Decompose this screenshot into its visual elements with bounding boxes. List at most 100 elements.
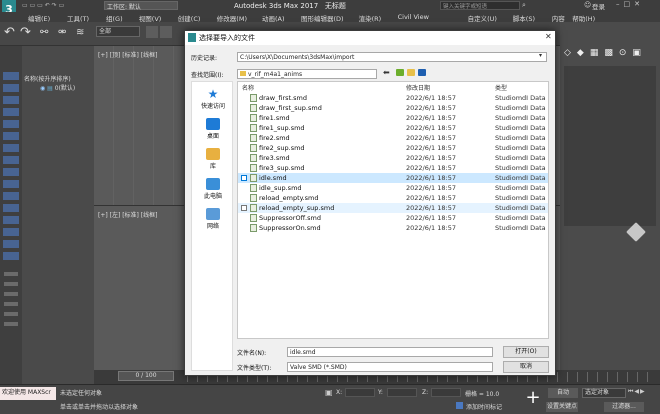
history-value: C:\Users\X\Documents\3dsMax\import: [240, 54, 355, 61]
scene-explorer-column[interactable]: 名称(按升序排序): [24, 76, 71, 83]
filename-value: idle.smd: [290, 349, 316, 356]
file-name: fire3_sup.smd: [259, 164, 305, 172]
file-row[interactable]: SuppressorOn.smd 2022/6/1 18:57 StudiomdI …: [238, 223, 548, 233]
select-object-icon[interactable]: [146, 26, 158, 38]
open-button[interactable]: 打开(O): [503, 346, 549, 358]
file-type: StudiomdI Data: [495, 214, 546, 222]
place-network[interactable]: 网络: [192, 208, 234, 230]
add-time-tag-button[interactable]: 添加时间标记: [466, 402, 502, 411]
smd-file-icon: [250, 174, 257, 182]
command-panel-tabs[interactable]: ◇◆▦▩⊙▣: [564, 48, 656, 62]
chevron-down-icon[interactable]: ▾: [539, 52, 542, 59]
unlink-icon[interactable]: ⚮: [58, 27, 66, 38]
x-field[interactable]: [345, 388, 375, 397]
selection-set-dropdown[interactable]: 选定对象: [582, 388, 626, 398]
file-row[interactable]: draw_first.smd 2022/6/1 18:57 StudiomdI Da…: [238, 93, 548, 103]
workspace-value: 工作区: 默认: [107, 4, 141, 11]
scene-layer-item[interactable]: ◉ ▤ 0(默认): [40, 83, 100, 92]
back-arrow-icon[interactable]: ⬅: [383, 68, 390, 77]
file-row[interactable]: fire3_sup.smd 2022/6/1 18:57 StudiomdI Dat…: [238, 163, 548, 173]
search-box[interactable]: 键入关键字或短语: [440, 1, 520, 10]
undo-icon[interactable]: ↶: [4, 25, 15, 40]
lookin-dropdown[interactable]: v_rif_m4a1_anims: [237, 69, 377, 79]
column-header-date[interactable]: 修改日期: [406, 83, 430, 92]
star-icon: ★: [207, 87, 219, 101]
y-field[interactable]: [387, 388, 417, 397]
visibility-eye-icon[interactable]: ◉: [40, 85, 45, 92]
file-row[interactable]: draw_first_sup.smd 2022/6/1 18:57 Studiomd…: [238, 103, 548, 113]
file-row[interactable]: fire1.smd 2022/6/1 18:57 StudiomdI Data: [238, 113, 548, 123]
column-header-name[interactable]: 名称: [242, 83, 254, 92]
file-type: StudiomdI Data: [495, 184, 546, 192]
z-field[interactable]: [431, 388, 461, 397]
file-row[interactable]: fire1_sup.smd 2022/6/1 18:57 StudiomdI Dat…: [238, 123, 548, 133]
selection-filter-dropdown[interactable]: 全部: [96, 26, 140, 37]
file-type: StudiomdI Data: [495, 224, 546, 232]
filter-value: 全部: [99, 28, 112, 35]
strip-icons[interactable]: [3, 72, 19, 262]
search-icon[interactable]: ⌕: [522, 1, 526, 10]
file-name: reload_empty.smd: [259, 194, 319, 202]
place-desktop[interactable]: 桌面: [192, 118, 234, 140]
time-tag-icon[interactable]: [456, 402, 463, 409]
file-row[interactable]: idle_sup.smd 2022/6/1 18:57 StudiomdI Data: [238, 183, 548, 193]
menu-item[interactable]: Civil View: [398, 13, 429, 21]
viewport-left-label[interactable]: [+] [左] [标准] [线框]: [98, 210, 157, 219]
column-header-type[interactable]: 类型: [495, 83, 507, 92]
viewport-top-label[interactable]: [+] [顶] [标准] [线框]: [98, 50, 157, 59]
filename-input[interactable]: idle.smd: [287, 347, 493, 357]
file-list[interactable]: 名称 修改日期 类型 draw_first.smd 2022/6/1 18:57 S…: [237, 81, 549, 339]
app-name: Autodesk 3ds Max 2017: [234, 2, 319, 10]
smd-file-icon: [250, 104, 257, 112]
checkbox-icon[interactable]: [241, 175, 247, 181]
file-row[interactable]: idle.smd 2022/6/1 18:57 StudiomdI Data: [238, 173, 548, 183]
file-date: 2022/6/1 18:57: [406, 144, 456, 152]
place-quick-access[interactable]: ★ 快速访问: [192, 88, 234, 110]
login-link[interactable]: 登录: [592, 1, 605, 11]
file-row[interactable]: fire3.smd 2022/6/1 18:57 StudiomdI Data: [238, 153, 548, 163]
maxscript-listener[interactable]: 欢迎使用 MAXScr: [0, 387, 56, 400]
filetype-dropdown[interactable]: Valve SMD (*.SMD): [287, 362, 493, 372]
file-row[interactable]: fire2.smd 2022/6/1 18:57 StudiomdI Data: [238, 133, 548, 143]
up-folder-icon[interactable]: [396, 69, 404, 76]
lock-icon[interactable]: ▣: [325, 388, 333, 397]
places-bar: ★ 快速访问 桌面 库 此电脑 网络: [191, 81, 233, 371]
auto-key-button[interactable]: 自动: [548, 388, 578, 398]
y-label: Y:: [378, 389, 383, 396]
close-icon[interactable]: ✕: [545, 32, 552, 41]
add-key-icon[interactable]: +: [522, 387, 544, 411]
quick-access-icons[interactable]: ▭ ▭ ▭ ↶ ↷ ▭: [22, 2, 82, 10]
file-row[interactable]: SuppressorOff.smd 2022/6/1 18:57 StudiomdI…: [238, 213, 548, 223]
file-row[interactable]: reload_empty_sup.smd 2022/6/1 18:57 Studio…: [238, 203, 548, 213]
scene-explorer-panel: 名称(按升序排序) ◉ ▤ 0(默认): [22, 46, 94, 386]
smd-file-icon: [250, 134, 257, 142]
key-filters-button[interactable]: 过滤器...: [604, 402, 644, 412]
redo-icon[interactable]: ↷: [20, 25, 31, 40]
workspace-dropdown[interactable]: 工作区: 默认: [104, 1, 178, 11]
new-folder-icon[interactable]: [407, 69, 415, 76]
history-dropdown[interactable]: C:\Users\X\Documents\3dsMax\import: [237, 52, 547, 62]
time-slider[interactable]: 0 / 100: [118, 371, 174, 381]
file-type: StudiomdI Data: [495, 134, 546, 142]
link-icon[interactable]: ⚯: [40, 27, 48, 38]
file-row[interactable]: reload_empty.smd 2022/6/1 18:57 StudiomdI …: [238, 193, 548, 203]
strip-icons-lower[interactable]: [4, 272, 18, 332]
place-this-pc[interactable]: 此电脑: [192, 178, 234, 200]
dialog-title-bar[interactable]: 选择要导入的文件 ✕: [185, 31, 555, 45]
window-controls[interactable]: –□✕: [616, 0, 644, 8]
user-icon[interactable]: ☺: [584, 1, 591, 9]
file-name: SuppressorOff.smd: [259, 214, 321, 222]
file-row[interactable]: fire2_sup.smd 2022/6/1 18:57 StudiomdI Dat…: [238, 143, 548, 153]
select-by-name-icon[interactable]: [160, 26, 172, 38]
file-date: 2022/6/1 18:57: [406, 224, 456, 232]
cancel-button[interactable]: 取消: [503, 361, 549, 373]
file-date: 2022/6/1 18:57: [406, 114, 456, 122]
view-menu-icon[interactable]: [418, 69, 426, 76]
checkbox-icon[interactable]: [241, 205, 247, 211]
left-command-strip: [0, 46, 22, 386]
bind-spacewarp-icon[interactable]: ≋: [76, 27, 84, 38]
filename-label: 文件名(N):: [237, 350, 267, 357]
set-key-button[interactable]: 设置关键点: [546, 402, 578, 412]
place-library[interactable]: 库: [192, 148, 234, 170]
playback-controls[interactable]: ⏮◀▶: [628, 388, 646, 396]
